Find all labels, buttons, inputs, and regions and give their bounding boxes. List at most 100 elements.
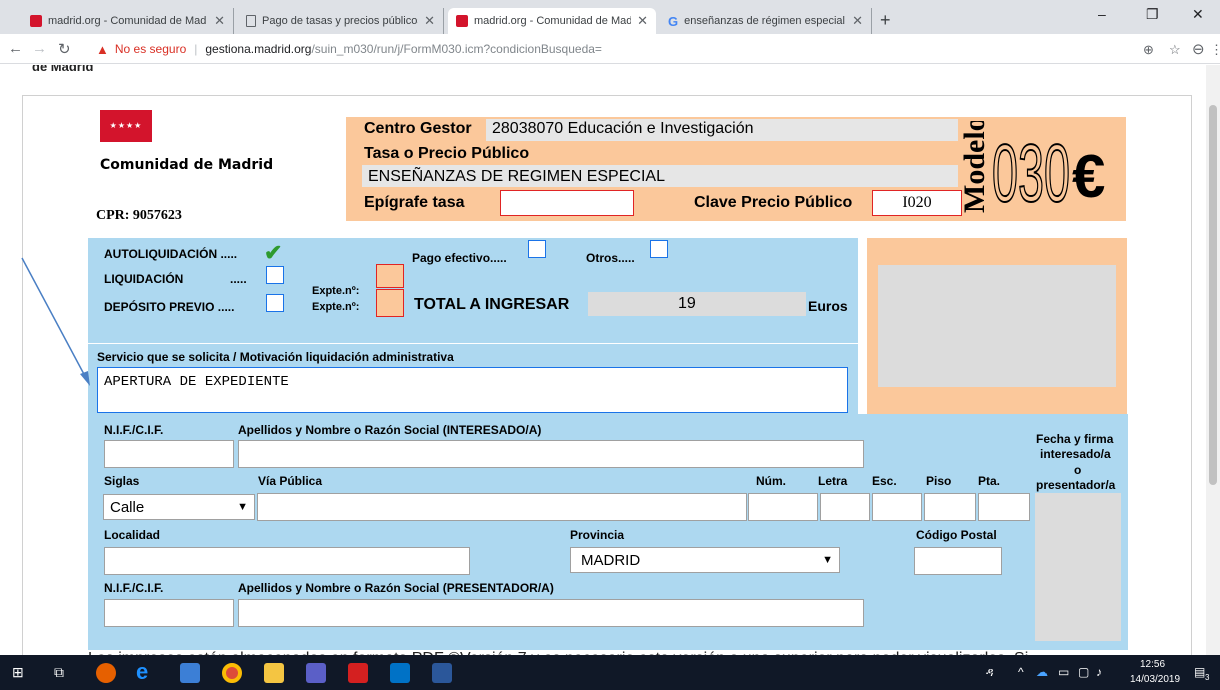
task-view-icon[interactable]: ⧉ [54,664,64,681]
via-input[interactable] [257,493,747,521]
clock-time[interactable]: 12:56 [1140,659,1165,670]
firma-label-1: Fecha y firma [1036,432,1114,446]
siglas-select[interactable]: Calle ▼ [103,494,255,520]
epigrafe-field[interactable] [500,190,634,216]
tasa-label: Tasa o Precio Público [364,145,530,162]
close-tab-icon[interactable]: ✕ [214,13,225,29]
centro-gestor-value: 28038070 Educación e Investigación [492,120,754,137]
scrollbar-thumb[interactable] [1209,105,1217,485]
logo-text: Comunidad de Madrid [100,157,274,173]
clave-field[interactable]: I020 [872,190,962,216]
letra-input[interactable] [820,493,870,521]
network-app-icon[interactable] [180,663,200,683]
onedrive-icon[interactable]: ☁ [1036,665,1048,679]
windows-start-icon[interactable]: ⊞ [12,664,24,681]
divider [88,343,858,344]
people-icon[interactable]: ዳ [986,665,994,680]
close-window-button[interactable]: ✕ [1192,6,1204,23]
back-icon[interactable]: ← [8,40,23,57]
restore-button[interactable]: ❐ [1146,6,1159,23]
file-explorer-icon[interactable] [264,663,284,683]
edge-icon[interactable]: e [136,659,148,685]
browser-toolbar: ← → ↻ ▲ No es seguro | gestiona.madrid.o… [0,34,1220,64]
word-icon[interactable] [432,663,452,683]
chevron-down-icon: ▼ [237,501,248,513]
battery-icon[interactable]: ▭ [1058,665,1069,679]
outlook-icon[interactable] [390,663,410,683]
scrollbar[interactable] [1206,65,1220,655]
menu-icon[interactable]: ⋮ [1210,42,1220,58]
tab-madrid-active[interactable]: madrid.org - Comunidad de Mad ✕ [448,8,656,34]
provincia-select[interactable]: MADRID ▼ [570,547,840,573]
tab-google-search[interactable]: G enseñanzas de régimen especial ✕ [660,8,872,34]
presentador-nif-label: N.I.F./C.I.F. [104,581,164,595]
address-bar[interactable]: ▲ No es seguro | gestiona.madrid.org /su… [96,38,1096,60]
madrid-flag-logo: ★★★★ [100,110,152,142]
presentador-nif-input[interactable] [104,599,234,627]
tab-pago-tasas[interactable]: Pago de tasas y precios públicos ✕ [238,8,444,34]
num-input[interactable] [748,493,818,521]
expte-field-2[interactable] [376,289,404,317]
expte-field-1[interactable] [376,264,404,288]
windows-taskbar: ⊞ ⧉ e ዳ ^ ☁ ▭ ▢ ♪ 12:56 14/03/2019 ▤ 3 [0,655,1220,690]
side-gray-field [878,265,1116,387]
liquidacion-checkbox[interactable] [266,266,284,284]
siglas-label: Siglas [104,474,140,488]
num-label: Núm. [756,474,786,488]
close-tab-icon[interactable]: ✕ [637,13,648,29]
tab-title: madrid.org - Comunidad de Mad [48,15,207,27]
firefox-icon[interactable] [96,663,116,683]
total-label: TOTAL A INGRESAR [414,296,570,313]
minimize-button[interactable]: – [1098,6,1106,22]
firma-field[interactable] [1035,493,1121,641]
cp-input[interactable] [914,547,1002,575]
network-icon[interactable]: ▢ [1078,665,1089,679]
tray-chevron-icon[interactable]: ^ [1018,665,1024,679]
provincia-label: Provincia [570,528,625,542]
chrome-icon[interactable] [222,663,242,683]
firma-label-2: interesado/a [1040,447,1111,461]
bookmark-star-icon[interactable]: ☆ [1169,42,1181,58]
notifications-icon[interactable]: ▤ [1194,665,1205,679]
pta-input[interactable] [978,493,1030,521]
nombre-input[interactable] [238,440,864,468]
madrid-favicon-icon [456,15,468,27]
nif-input[interactable] [104,440,234,468]
firma-label-4: presentador/a [1036,478,1116,492]
forward-icon[interactable]: → [32,40,47,57]
esc-input[interactable] [872,493,922,521]
motivacion-textarea[interactable]: APERTURA DE EXPEDIENTE [97,367,848,413]
reload-icon[interactable]: ↻ [58,40,71,58]
centro-gestor-label: Centro Gestor [364,120,472,137]
clock-date[interactable]: 14/03/2019 [1130,674,1180,685]
presentador-nombre-input[interactable] [238,599,864,627]
presentador-nombre-label: Apellidos y Nombre o Razón Social (PRESE… [238,581,554,595]
close-tab-icon[interactable]: ✕ [852,13,863,29]
checkmark-icon[interactable]: ✔ [264,240,282,266]
security-status[interactable]: No es seguro [115,42,186,56]
volume-icon[interactable]: ♪ [1096,665,1102,679]
piso-input[interactable] [924,493,976,521]
cut-header-text: de Madrid [32,65,94,74]
new-tab-button[interactable]: + [880,10,891,31]
tab-title: Pago de tasas y precios públicos [262,15,419,27]
pago-efectivo-checkbox[interactable] [528,240,546,258]
epigrafe-label: Epígrafe tasa [364,194,465,211]
pago-efectivo-label: Pago efectivo..... [412,251,507,265]
close-tab-icon[interactable]: ✕ [424,13,435,29]
teams-icon[interactable] [306,663,326,683]
tab-madrid-1[interactable]: madrid.org - Comunidad de Mad ✕ [22,8,234,34]
siglas-value: Calle [110,498,145,516]
cpr-label: CPR: 9057623 [96,208,182,223]
profile-icon[interactable]: ⊖ [1192,40,1205,58]
zoom-icon[interactable]: ⊕ [1143,42,1154,58]
nif-label: N.I.F./C.I.F. [104,423,164,437]
localidad-input[interactable] [104,547,470,575]
otros-checkbox[interactable] [650,240,668,258]
warning-icon[interactable]: ▲ [96,42,109,57]
deposito-checkbox[interactable] [266,294,284,312]
google-icon: G [668,13,679,29]
acrobat-icon[interactable] [348,663,368,683]
piso-label: Piso [926,474,952,488]
pta-label: Pta. [978,474,1001,488]
